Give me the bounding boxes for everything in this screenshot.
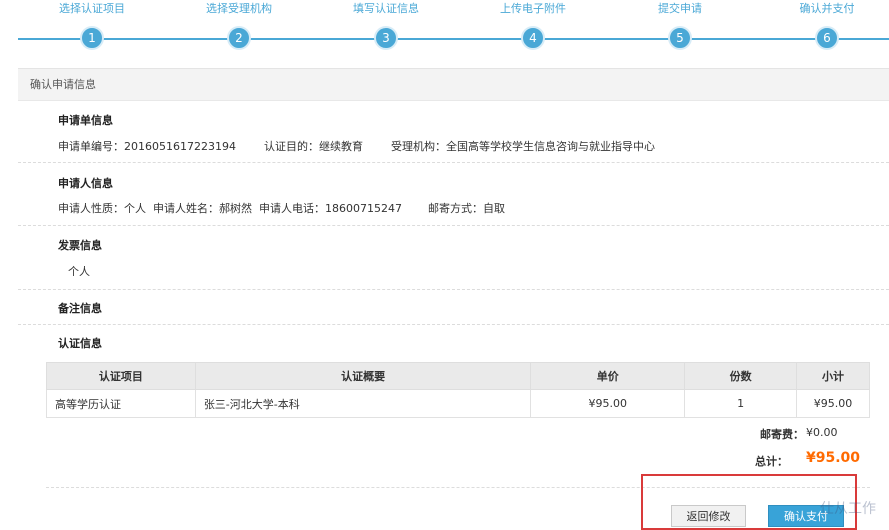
- applicant-row: 申请人性质：个人 申请人姓名：郝树然 申请人电话：18600715247 邮寄方式…: [58, 200, 533, 216]
- applicant-details: 申请人性质：个人 申请人姓名：郝树然 申请人电话：18600715247: [58, 202, 402, 215]
- divider: [18, 324, 889, 325]
- column-header: 认证概要: [194, 362, 532, 390]
- step-number: 2: [227, 26, 251, 50]
- step-number: 3: [374, 26, 398, 50]
- step-3: 填写认证信息 3: [326, 0, 446, 50]
- step-number: 5: [668, 26, 692, 50]
- step-label: 选择认证项目: [59, 2, 125, 15]
- step-label: 上传电子附件: [500, 2, 566, 15]
- total-label: 总计：: [755, 455, 788, 468]
- application-agency: 受理机构：全国高等学校学生信息咨询与就业指导中心: [390, 140, 655, 153]
- application-number: 申请单编号：2016051617223194: [58, 140, 236, 153]
- cell-subtotal: ¥95.00: [796, 389, 870, 418]
- certification-table: 认证项目 认证概要 单价 份数 小计 高等学历认证 张三-河北大学-本科 ¥95…: [46, 362, 870, 418]
- step-2: 选择受理机构 2: [179, 0, 299, 50]
- remarks-title: 备注信息: [58, 302, 102, 315]
- application-purpose: 认证目的：继续教育: [263, 140, 363, 153]
- cell-price: ¥95.00: [530, 389, 686, 418]
- table-header-row: 认证项目 认证概要 单价 份数 小计: [46, 362, 870, 390]
- step-label: 提交申请: [658, 2, 702, 15]
- column-header: 单价: [530, 362, 686, 390]
- invoice-title: 发票信息: [58, 239, 102, 252]
- progress-stepper: 选择认证项目 1 选择受理机构 2 填写认证信息 3 上传电子附件 4 提交申请…: [0, 0, 889, 62]
- step-label: 确认并支付: [799, 2, 855, 15]
- step-number: 6: [815, 26, 839, 50]
- step-number: 4: [521, 26, 545, 50]
- divider: [18, 162, 889, 163]
- total-value: ¥95.00: [806, 450, 861, 466]
- application-title: 申请单信息: [58, 114, 113, 127]
- certification-title: 认证信息: [58, 337, 102, 350]
- applicant-title: 申请人信息: [58, 177, 113, 190]
- cell-summary-link[interactable]: 张三-河北大学-本科: [194, 389, 532, 418]
- application-row: 申请单编号：2016051617223194 认证目的：继续教育 受理机构：全国高等…: [58, 138, 683, 154]
- table-row: 高等学历认证 张三-河北大学-本科 ¥95.00 1 ¥95.00: [46, 389, 870, 418]
- step-6: 确认并支付 6: [767, 0, 887, 50]
- divider: [18, 289, 889, 290]
- divider: [18, 225, 889, 226]
- back-edit-button[interactable]: 返回修改: [671, 505, 746, 527]
- step-1: 选择认证项目 1: [32, 0, 152, 50]
- step-4: 上传电子附件 4: [473, 0, 593, 50]
- column-header: 认证项目: [46, 362, 196, 390]
- panel-title: 确认申请信息: [18, 69, 889, 101]
- applicant-mail: 邮寄方式：自取: [427, 202, 505, 215]
- step-label: 选择受理机构: [206, 2, 272, 15]
- postage-value: ¥0.00: [806, 426, 838, 439]
- watermark: 仕从工作: [820, 501, 876, 517]
- confirm-panel: 确认申请信息 申请单信息 申请单编号：2016051617223194 认证目的：…: [18, 68, 889, 530]
- postage-label: 邮寄费：: [760, 428, 804, 441]
- step-number: 1: [80, 26, 104, 50]
- cell-item: 高等学历认证: [46, 389, 196, 418]
- invoice-value: 个人: [68, 265, 90, 278]
- step-label: 填写认证信息: [353, 2, 419, 15]
- column-header: 小计: [796, 362, 870, 390]
- step-5: 提交申请 5: [620, 0, 740, 50]
- cell-qty: 1: [684, 389, 798, 418]
- column-header: 份数: [684, 362, 798, 390]
